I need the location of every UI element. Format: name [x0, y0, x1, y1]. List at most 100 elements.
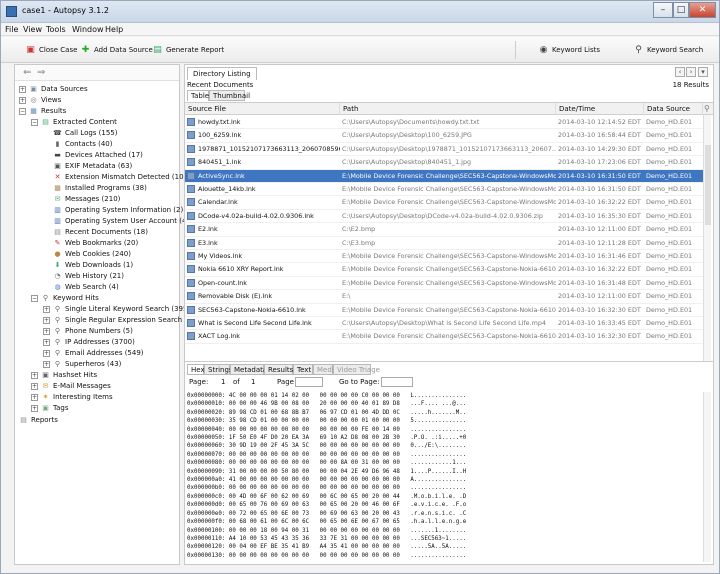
tree-node[interactable]: + ⚲ Superheros (43) — [43, 359, 121, 370]
expand-toggle-icon[interactable]: − — [31, 118, 38, 126]
table-row[interactable]: My Videos.lnk E:\Mobile Device Forensic C… — [185, 250, 703, 264]
menu-file[interactable]: File — [5, 24, 18, 36]
tree-node[interactable]: + ⚲ Phone Numbers (5) — [43, 326, 133, 337]
column-date-time[interactable]: Date/Time — [556, 103, 644, 115]
column-chooser-icon[interactable]: ⚲ — [704, 104, 710, 113]
column-source-file[interactable]: Source File — [185, 103, 340, 115]
scroll-right-icon[interactable]: › — [686, 67, 696, 77]
table-row[interactable]: Nokia 6610 XRY Report.lnk E:\Mobile Devic… — [185, 263, 703, 277]
tree-node[interactable]: +✎Web Bookmarks (20) — [43, 238, 139, 249]
tree-node[interactable]: +▬Devices Attached (17) — [43, 150, 143, 161]
table-row[interactable]: ActiveSync.lnk E:\Mobile Device Forensic … — [185, 169, 703, 183]
tree-node[interactable]: +▣EXIF Metadata (63) — [43, 161, 132, 172]
menu-help[interactable]: Help — [105, 24, 123, 36]
tree-node[interactable]: + ✶ Interesting Items — [31, 392, 113, 403]
expand-toggle-icon[interactable]: − — [31, 294, 38, 302]
expand-toggle-icon[interactable]: + — [43, 305, 50, 313]
tree-node[interactable]: − ⚲ Keyword Hits — [31, 293, 99, 304]
tree-node[interactable]: − ▦ Results — [19, 106, 66, 117]
table-row[interactable]: Alouette_14kb.lnk E:\Mobile Device Forens… — [185, 183, 703, 197]
expand-toggle-icon[interactable]: + — [43, 349, 50, 357]
tab-media[interactable]: Media — [313, 364, 338, 375]
table-row[interactable]: 100_6259.lnk C:\Users\Autopsy\Desktop\100… — [185, 129, 703, 143]
goto-page-input[interactable] — [381, 377, 413, 387]
table-row[interactable]: SEC563-Capstone-Nokia-6610.lnk E:\Mobile … — [185, 304, 703, 317]
table-row[interactable]: Removable Disk (E).lnk E:\ 2014-03-10 12:1… — [185, 290, 703, 304]
column-data-source[interactable]: Data Source — [644, 103, 703, 115]
tree-node[interactable]: +●Web Cookies (240) — [43, 249, 131, 260]
column-path[interactable]: Path — [340, 103, 556, 115]
scroll-thumb[interactable] — [705, 145, 711, 225]
table-row[interactable]: E2.lnk C:\E2.bmp 2014-03-10 12:11:00 EDT De… — [185, 223, 703, 237]
table-scrollbar[interactable] — [703, 115, 711, 361]
close-button[interactable]: ✕ — [689, 2, 716, 18]
expand-toggle-icon[interactable]: + — [31, 393, 38, 401]
tab-hex[interactable]: Hex — [187, 364, 205, 375]
table-row[interactable]: XACT Log.lnk E:\Mobile Device Forensic Ch… — [185, 330, 703, 344]
close-case-button[interactable]: ▣ Close Case — [25, 43, 77, 57]
tree-node[interactable]: + ▣ Data Sources — [19, 84, 88, 95]
tree-node[interactable]: + ⚲ IP Addresses (3700) — [43, 337, 135, 348]
menu-view[interactable]: View — [23, 24, 42, 36]
expand-toggle-icon[interactable]: + — [31, 382, 38, 390]
maximize-button[interactable]: □ — [673, 2, 689, 18]
add-data-source-button[interactable]: ✚ Add Data Source — [80, 43, 153, 57]
scroll-left-icon[interactable]: ‹ — [675, 67, 685, 77]
expand-toggle-icon[interactable]: + — [31, 404, 38, 412]
tree-node[interactable]: +▮Contacts (40) — [43, 139, 113, 150]
tab-text[interactable]: Text — [293, 364, 313, 375]
tree-node[interactable]: +⬇Web Downloads (1) — [43, 260, 134, 271]
generate-report-button[interactable]: ▤ Generate Report — [152, 43, 224, 57]
tree-node[interactable]: +☎Call Logs (155) — [43, 128, 117, 139]
tab-results[interactable]: Results — [264, 364, 293, 375]
expand-toggle-icon[interactable]: + — [43, 360, 50, 368]
window-menu-icon[interactable]: ▾ — [698, 67, 708, 77]
table-row[interactable]: Calendar.lnk E:\Mobile Device Forensic Ch… — [185, 196, 703, 210]
table-row[interactable]: 840451_1.lnk C:\Users\Autopsy\Desktop\840… — [185, 156, 703, 170]
tree-node[interactable]: + ⚲ Single Regular Expression Search (0) — [43, 315, 194, 326]
tree-node[interactable]: +✉Messages (210) — [43, 194, 121, 205]
tree-node[interactable]: + ⚲ Email Addresses (549) — [43, 348, 144, 359]
hex-scrollbar[interactable] — [703, 392, 711, 562]
table-row[interactable]: DCode-v4.02a-build-4.02.0.9306.lnk C:\Use… — [185, 210, 703, 224]
table-row[interactable]: 1978871_10152107173663113_2060708596_...… — [185, 143, 703, 157]
tab-thumbnail[interactable]: Thumbnail — [209, 90, 250, 101]
tree-node[interactable]: + ▣ Tags — [31, 403, 69, 414]
tree-node[interactable]: +▦Installed Programs (38) — [43, 183, 147, 194]
table-row[interactable]: What is Second Life Second Life.lnk C:\Us… — [185, 317, 703, 331]
tree-node[interactable]: +▥Operating System Information (2) — [43, 205, 183, 216]
tab-table[interactable]: Table — [187, 90, 209, 101]
tree-node[interactable]: +▤Recent Documents (18) — [43, 227, 148, 238]
tree-node[interactable]: ▤ Reports — [19, 415, 58, 426]
tab-strings[interactable]: Strings — [204, 364, 233, 375]
menu-window[interactable]: Window — [72, 24, 104, 36]
expand-toggle-icon[interactable]: + — [43, 327, 50, 335]
menu-tools[interactable]: Tools — [46, 24, 66, 36]
tree-node[interactable]: +◔Web History (21) — [43, 271, 124, 282]
tab-video-triage[interactable]: Video Triage — [333, 364, 380, 375]
tree-node[interactable]: + ▣ Hashset Hits — [31, 370, 97, 381]
tree-node[interactable]: +◍Web Search (4) — [43, 282, 118, 293]
keyword-search-button[interactable]: ⚲ Keyword Search — [633, 43, 703, 57]
expand-toggle-icon[interactable]: + — [19, 96, 26, 104]
tab-directory-listing[interactable]: Directory Listing — [187, 67, 257, 80]
minimize-button[interactable]: – — [653, 2, 673, 18]
expand-toggle-icon[interactable]: + — [19, 85, 26, 93]
table-row[interactable]: E3.lnk C:\E3.bmp 2014-03-10 12:11:28 EDT De… — [185, 237, 703, 250]
table-row[interactable]: Open-count.lnk E:\Mobile Device Forensic … — [185, 277, 703, 291]
forward-arrow-icon[interactable]: ⇒ — [37, 67, 45, 78]
keyword-lists-button[interactable]: ◉ Keyword Lists — [538, 43, 600, 57]
tree-node[interactable]: + ⚲ Single Literal Keyword Search (395) — [43, 304, 190, 315]
table-row[interactable]: howdy.txt.lnk C:\Users\Autopsy\Documents\… — [185, 116, 703, 130]
expand-toggle-icon[interactable]: − — [19, 107, 26, 115]
tree-node[interactable]: +▥Operating System User Account (4) — [43, 216, 189, 227]
expand-toggle-icon[interactable]: + — [43, 316, 50, 324]
tab-metadata[interactable]: Metadata — [230, 364, 267, 375]
tree-node[interactable]: + ◎ Views — [19, 95, 61, 106]
tree-node[interactable]: + ✉ E-Mail Messages — [31, 381, 111, 392]
page-nav-box[interactable] — [295, 377, 323, 387]
tree-node[interactable]: +✕Extension Mismatch Detected (103) — [43, 172, 191, 183]
expand-toggle-icon[interactable]: + — [31, 371, 38, 379]
back-arrow-icon[interactable]: ⇐ — [23, 67, 31, 78]
expand-toggle-icon[interactable]: + — [43, 338, 50, 346]
